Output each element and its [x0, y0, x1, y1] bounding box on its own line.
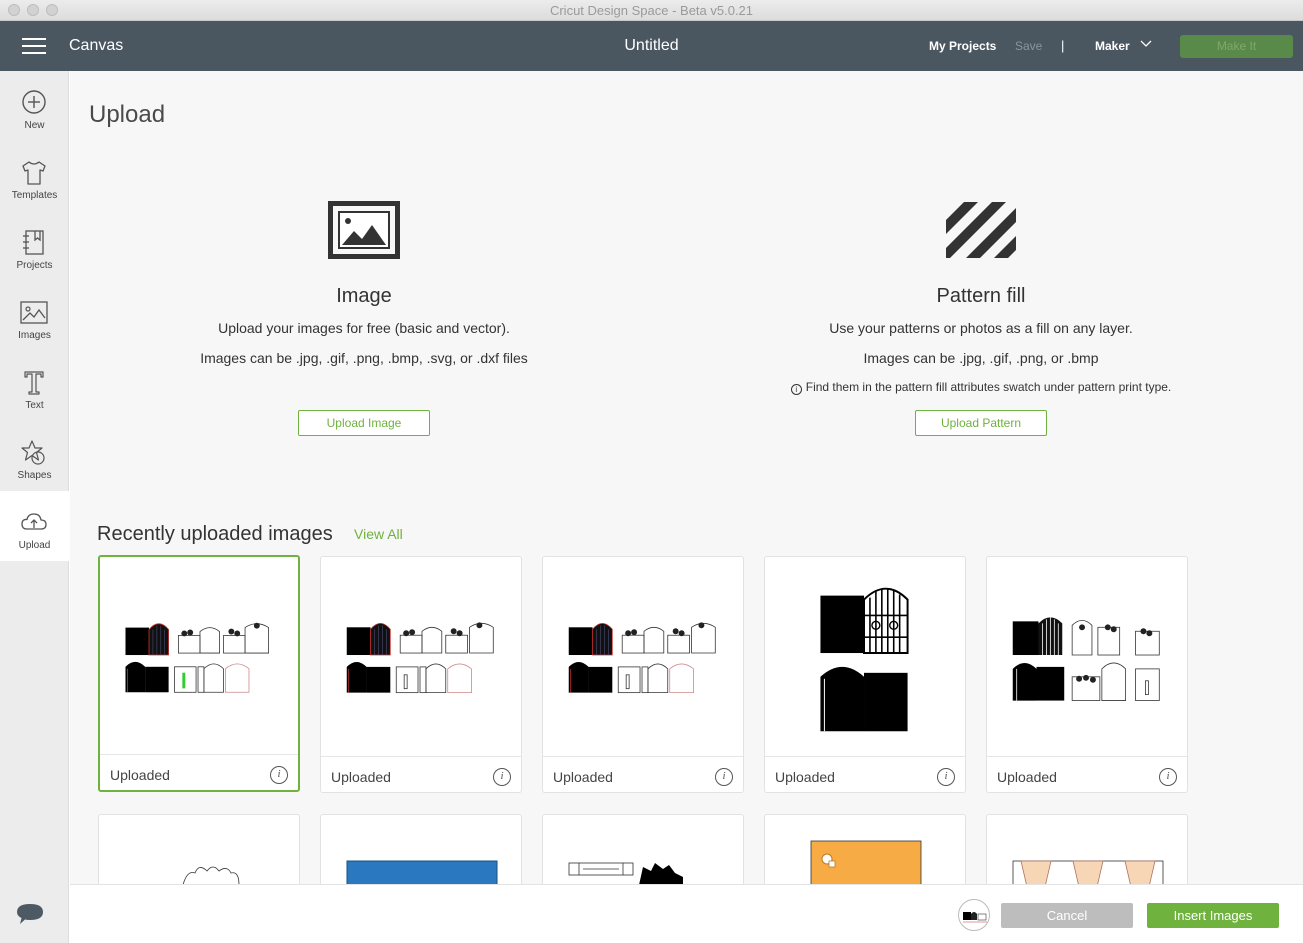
- tshirt-icon: [22, 161, 46, 185]
- uploaded-image-thumbnail: [820, 587, 909, 732]
- image-formats: Images can be .jpg, .gif, .png, .bmp, .s…: [200, 350, 528, 366]
- info-icon: i: [790, 384, 802, 395]
- upload-pattern-button[interactable]: Upload Pattern: [915, 410, 1047, 436]
- window-titlebar: Cricut Design Space - Beta v5.0.21: [0, 0, 1303, 21]
- uploaded-image-card[interactable]: [98, 814, 300, 884]
- info-icon[interactable]: i: [937, 768, 955, 786]
- sidebar-item-label: Templates: [11, 190, 58, 201]
- uploaded-image-card[interactable]: [320, 814, 522, 884]
- card-footer: Uploaded i: [100, 754, 298, 790]
- uploaded-image-thumbnail: [346, 622, 494, 694]
- card-footer: Uploaded i: [543, 756, 743, 792]
- card-footer: Uploaded i: [765, 756, 965, 792]
- notebook-icon: [23, 230, 44, 255]
- card-footer: Uploaded i: [321, 756, 521, 792]
- my-projects-link[interactable]: My Projects: [929, 39, 996, 53]
- sidebar-item-new[interactable]: New: [0, 71, 69, 141]
- sidebar-item-projects[interactable]: Projects: [0, 211, 69, 281]
- text-icon: [24, 371, 44, 395]
- uploaded-image-thumbnail: [182, 866, 240, 884]
- page-title: Upload: [89, 101, 166, 128]
- uploaded-image-thumbnail: [1012, 860, 1164, 884]
- upload-image-button[interactable]: Upload Image: [298, 410, 430, 436]
- left-sidebar: New Templates Projects Images Text Shape…: [0, 71, 69, 943]
- uploaded-image-thumbnail: [568, 862, 683, 884]
- sidebar-item-text[interactable]: Text: [0, 351, 69, 421]
- uploaded-image-card[interactable]: [542, 814, 744, 884]
- image-upload-section: Image Upload your images for free (basic…: [84, 201, 644, 366]
- pattern-upload-section: Pattern fill Use your patterns or photos…: [701, 201, 1261, 395]
- sidebar-item-label: Projects: [16, 260, 53, 271]
- make-it-button[interactable]: Make It: [1180, 35, 1293, 58]
- user-avatar-thumbnail: [963, 912, 987, 923]
- plus-circle-icon: [22, 90, 46, 114]
- sidebar-item-upload[interactable]: Upload: [0, 491, 69, 561]
- uploaded-image-card[interactable]: [764, 814, 966, 884]
- avatar[interactable]: [958, 899, 990, 931]
- cloud-upload-icon: [21, 513, 47, 530]
- image-icon: [328, 201, 400, 259]
- card-label: Uploaded: [775, 769, 835, 785]
- sidebar-item-label: Text: [25, 400, 44, 411]
- card-footer: Uploaded i: [987, 756, 1187, 792]
- uploaded-image-thumbnail: [1012, 617, 1160, 701]
- sidebar-item-label: Shapes: [17, 470, 52, 481]
- sidebar-item-images[interactable]: Images: [0, 281, 69, 351]
- pattern-heading: Pattern fill: [936, 285, 1026, 307]
- card-label: Uploaded: [331, 769, 391, 785]
- project-title[interactable]: Untitled: [624, 37, 678, 54]
- info-icon[interactable]: i: [715, 768, 733, 786]
- cancel-button[interactable]: Cancel: [1001, 903, 1133, 928]
- uploaded-image-thumbnail: [810, 840, 922, 884]
- image-heading: Image: [336, 285, 392, 307]
- uploaded-image-card[interactable]: Uploaded i: [98, 555, 300, 792]
- pattern-formats: Images can be .jpg, .gif, .png, or .bmp: [863, 350, 1099, 366]
- save-link[interactable]: Save: [1015, 39, 1042, 53]
- upload-panel: Upload Image Upload your images for free…: [70, 71, 1303, 884]
- sidebar-item-shapes[interactable]: Shapes: [0, 421, 69, 491]
- recent-uploads-title: Recently uploaded images: [97, 523, 333, 545]
- app-window: Cricut Design Space - Beta v5.0.21 Canva…: [0, 0, 1303, 943]
- uploaded-image-card[interactable]: Uploaded i: [320, 556, 522, 793]
- uploaded-image-thumbnail: [346, 860, 498, 884]
- chevron-down-icon[interactable]: [1140, 40, 1152, 48]
- uploaded-image-card[interactable]: Uploaded i: [542, 556, 744, 793]
- info-icon[interactable]: i: [1159, 768, 1177, 786]
- window-title: Cricut Design Space - Beta v5.0.21: [549, 3, 754, 18]
- card-label: Uploaded: [553, 769, 613, 785]
- image-icon: [20, 301, 48, 324]
- nav-separator: |: [1061, 38, 1065, 53]
- machine-selector[interactable]: Maker: [1095, 39, 1130, 53]
- sidebar-item-label: Images: [18, 330, 51, 341]
- top-nav: Canvas Untitled My Projects Save | Maker…: [0, 21, 1303, 71]
- uploaded-image-card[interactable]: Uploaded i: [986, 556, 1188, 793]
- pattern-note-text: Find them in the pattern fill attributes…: [805, 380, 1172, 394]
- hamburger-menu-icon[interactable]: [22, 38, 46, 54]
- canvas-link[interactable]: Canvas: [69, 37, 123, 55]
- pattern-note: i Find them in the pattern fill attribute…: [701, 380, 1261, 395]
- shapes-icon: [21, 440, 45, 465]
- pattern-description: Use your patterns or photos as a fill on…: [829, 320, 1133, 336]
- pattern-stripes-icon: [946, 202, 1016, 258]
- sidebar-item-templates[interactable]: Templates: [0, 141, 69, 211]
- info-icon[interactable]: i: [493, 768, 511, 786]
- uploaded-image-card[interactable]: [986, 814, 1188, 884]
- info-icon[interactable]: i: [270, 766, 288, 784]
- uploaded-image-thumbnail: [125, 622, 269, 693]
- sidebar-item-label: New: [24, 120, 45, 131]
- chat-bubble-icon[interactable]: [16, 902, 44, 928]
- card-label: Uploaded: [997, 769, 1057, 785]
- image-description: Upload your images for free (basic and v…: [218, 320, 510, 336]
- view-all-link[interactable]: View All: [354, 526, 403, 542]
- insert-images-button[interactable]: Insert Images: [1147, 903, 1279, 928]
- card-label: Uploaded: [110, 767, 170, 783]
- bottom-action-bar: Cancel Insert Images: [70, 884, 1303, 943]
- sidebar-item-label: Upload: [18, 540, 51, 551]
- uploaded-image-card[interactable]: Uploaded i: [764, 556, 966, 793]
- uploaded-image-thumbnail: [568, 622, 716, 694]
